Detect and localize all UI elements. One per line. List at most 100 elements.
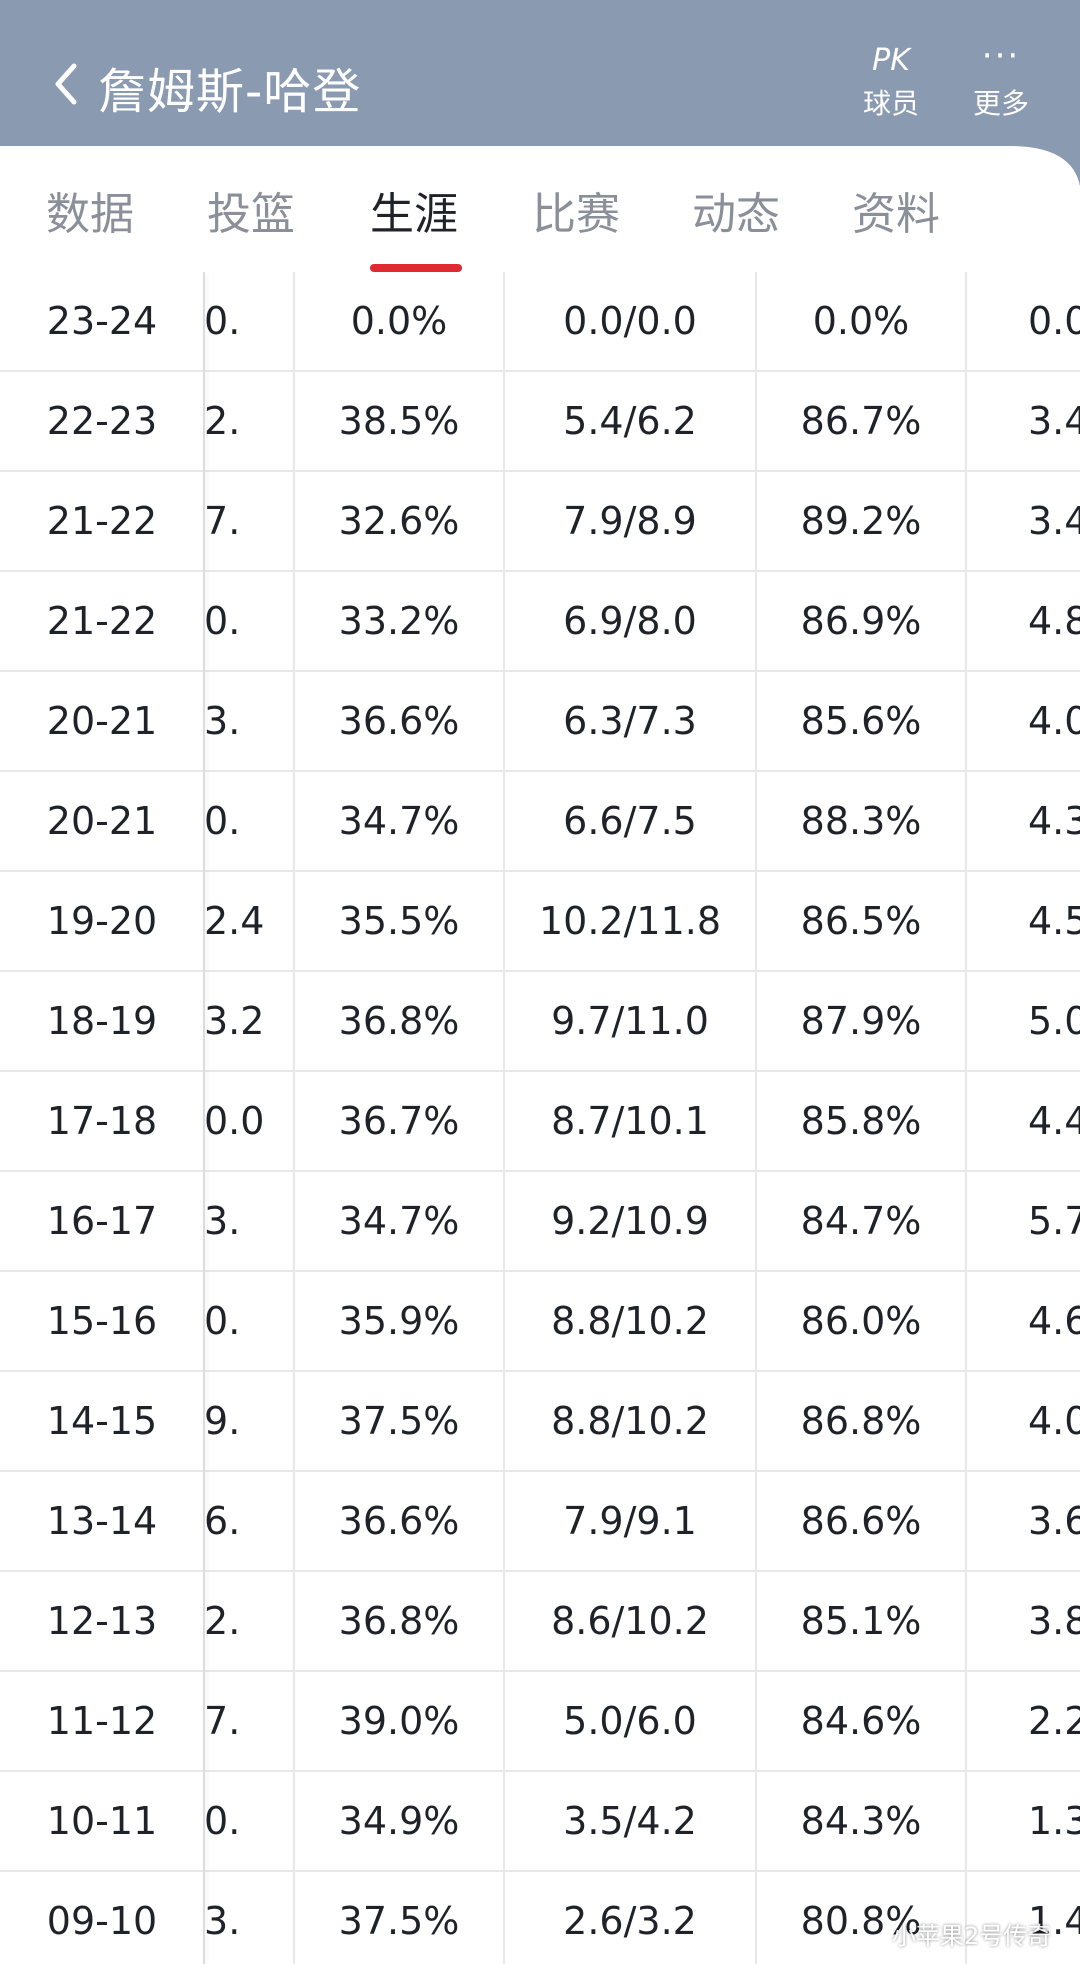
table-row[interactable]: 15-16.0 35.9% 8.8/10.2 86.0% 4.6 <box>0 1272 1080 1372</box>
three-point-pct-cell: 36.8% <box>338 999 460 1043</box>
season-cell: 18-19 <box>0 972 204 1070</box>
season-cell: 20-21 <box>0 772 204 870</box>
tab-profile[interactable]: 资料 <box>852 178 940 242</box>
table-row[interactable]: 19-20 2.4 35.5% 10.2/11.8 86.5% 4.5 <box>0 872 1080 972</box>
free-throw-pct-cell: 0.0% <box>812 299 910 343</box>
truncated-cell: 2.2 <box>1028 1699 1080 1743</box>
truncated-cell: .2 <box>204 1599 241 1643</box>
back-arrow-icon[interactable] <box>50 60 82 108</box>
free-throw-made-attempted-cell: 6.9/8.0 <box>563 599 697 643</box>
season-cell: 21-22 <box>0 472 204 570</box>
table-row[interactable]: 14-15.9 37.5% 8.8/10.2 86.8% 4.0 <box>0 1372 1080 1472</box>
season-cell: 14-15 <box>0 1372 204 1470</box>
table-row[interactable]: 16-17.3 34.7% 9.2/10.9 84.7% 5.7 <box>0 1172 1080 1272</box>
season-cell: 09-10 <box>0 1872 204 1964</box>
page-title: 詹姆斯-哈登 <box>98 64 362 120</box>
three-point-pct-cell: 37.5% <box>338 1899 460 1943</box>
table-row[interactable]: 17-18 0.0 36.7% 8.7/10.1 85.8% 4.4 <box>0 1072 1080 1172</box>
free-throw-made-attempted-cell: 5.0/6.0 <box>563 1699 697 1743</box>
truncated-cell: .6 <box>204 1499 241 1543</box>
season-cell: 11-12 <box>0 1672 204 1770</box>
pk-player-button[interactable]: PK 球员 <box>836 36 946 128</box>
table-row[interactable]: 11-12.7 39.0% 5.0/6.0 84.6% 2.2 <box>0 1672 1080 1772</box>
free-throw-made-attempted-cell: 8.8/10.2 <box>551 1299 709 1343</box>
truncated-cell: .3 <box>204 1899 241 1943</box>
table-row[interactable]: 21-22.7 32.6% 7.9/8.9 89.2% 3.4 <box>0 472 1080 572</box>
three-point-pct-cell: 32.6% <box>338 499 460 543</box>
three-point-pct-cell: 36.8% <box>338 1599 460 1643</box>
pk-button-label: 球员 <box>862 87 919 120</box>
truncated-cell: 3.8 <box>1028 1599 1080 1643</box>
free-throw-pct-cell: 89.2% <box>800 499 922 543</box>
tab-career[interactable]: 生涯 <box>370 178 458 242</box>
truncated-cell: 4.0 <box>1028 1399 1080 1443</box>
free-throw-pct-cell: 86.5% <box>800 899 922 943</box>
three-point-pct-cell: 36.6% <box>338 699 460 743</box>
frozen-column-divider <box>203 272 205 1964</box>
truncated-cell: .0 <box>204 1299 241 1343</box>
season-cell: 13-14 <box>0 1472 204 1570</box>
season-cell: 19-20 <box>0 872 204 970</box>
table-row[interactable]: 23-24.0 0.0% 0.0/0.0 0.0% 0.0 <box>0 272 1080 372</box>
free-throw-made-attempted-cell: 7.9/8.9 <box>563 499 697 543</box>
tab-data[interactable]: 数据 <box>46 178 134 242</box>
truncated-cell: .0 <box>204 1799 241 1843</box>
table-row[interactable]: 13-14.6 36.6% 7.9/9.1 86.6% 3.6 <box>0 1472 1080 1572</box>
table-row[interactable]: 10-11.0 34.9% 3.5/4.2 84.3% 1.3 <box>0 1772 1080 1872</box>
table-row[interactable]: 18-19 3.2 36.8% 9.7/11.0 87.9% 5.0 <box>0 972 1080 1072</box>
career-stats-table[interactable]: 09-10.3 37.5% 2.6/3.2 80.8% 1.4 10-11.0 34.9% 3… <box>0 272 1080 1964</box>
table-row[interactable]: 21-22.0 33.2% 6.9/8.0 86.9% 4.8 <box>0 572 1080 672</box>
more-dots-icon: ··· <box>981 36 1021 76</box>
truncated-cell: 3.4 <box>1028 499 1080 543</box>
table-row[interactable]: 20-21.3 36.6% 6.3/7.3 85.6% 4.0 <box>0 672 1080 772</box>
truncated-cell: 0.0 <box>1028 299 1080 343</box>
free-throw-pct-cell: 85.6% <box>800 699 922 743</box>
free-throw-pct-cell: 84.6% <box>800 1699 922 1743</box>
watermark-text: 小苹果2号传奇 <box>892 1922 1052 1950</box>
free-throw-pct-cell: 86.7% <box>800 399 922 443</box>
tab-games[interactable]: 比赛 <box>532 178 620 242</box>
free-throw-pct-cell: 86.9% <box>800 599 922 643</box>
three-point-pct-cell: 36.6% <box>338 1499 460 1543</box>
season-cell: 21-22 <box>0 572 204 670</box>
three-point-pct-cell: 34.7% <box>338 799 460 843</box>
column-divider <box>965 272 967 1964</box>
three-point-pct-cell: 38.5% <box>338 399 460 443</box>
column-divider <box>755 272 757 1964</box>
truncated-cell: .0 <box>204 799 241 843</box>
column-divider <box>293 272 295 1964</box>
truncated-cell: 4.8 <box>1028 599 1080 643</box>
table-row[interactable]: 12-13.2 36.8% 8.6/10.2 85.1% 3.8 <box>0 1572 1080 1672</box>
free-throw-pct-cell: 85.1% <box>800 1599 922 1643</box>
truncated-cell: 4.0 <box>1028 699 1080 743</box>
pk-icon: PK <box>872 43 910 78</box>
free-throw-pct-cell: 86.6% <box>800 1499 922 1543</box>
table-row[interactable]: 20-21.0 34.7% 6.6/7.5 88.3% 4.3 <box>0 772 1080 872</box>
truncated-cell: 4.5 <box>1028 899 1080 943</box>
three-point-pct-cell: 37.5% <box>338 1399 460 1443</box>
free-throw-made-attempted-cell: 3.5/4.2 <box>563 1799 697 1843</box>
free-throw-made-attempted-cell: 9.2/10.9 <box>551 1199 709 1243</box>
free-throw-pct-cell: 84.3% <box>800 1799 922 1843</box>
truncated-cell: 2.4 <box>204 899 265 943</box>
truncated-cell: 1.3 <box>1028 1799 1080 1843</box>
tab-news[interactable]: 动态 <box>692 178 780 242</box>
season-cell: 22-23 <box>0 372 204 470</box>
free-throw-made-attempted-cell: 2.6/3.2 <box>563 1899 697 1943</box>
free-throw-pct-cell: 85.8% <box>800 1099 922 1143</box>
truncated-cell: .3 <box>204 699 241 743</box>
app-header: 詹姆斯-哈登 PK 球员 ··· 更多 <box>0 0 1080 146</box>
season-cell: 12-13 <box>0 1572 204 1670</box>
truncated-cell: 4.6 <box>1028 1299 1080 1343</box>
more-button[interactable]: ··· 更多 <box>946 36 1056 128</box>
table-row[interactable]: 22-23.2 38.5% 5.4/6.2 86.7% 3.4 <box>0 372 1080 472</box>
tab-shooting[interactable]: 投篮 <box>207 178 295 242</box>
free-throw-made-attempted-cell: 6.3/7.3 <box>563 699 697 743</box>
free-throw-pct-cell: 88.3% <box>800 799 922 843</box>
free-throw-made-attempted-cell: 0.0/0.0 <box>563 299 697 343</box>
truncated-cell: .7 <box>204 1699 241 1743</box>
three-point-pct-cell: 35.5% <box>338 899 460 943</box>
free-throw-made-attempted-cell: 9.7/11.0 <box>551 999 709 1043</box>
three-point-pct-cell: 0.0% <box>350 299 448 343</box>
season-cell: 23-24 <box>0 272 204 370</box>
